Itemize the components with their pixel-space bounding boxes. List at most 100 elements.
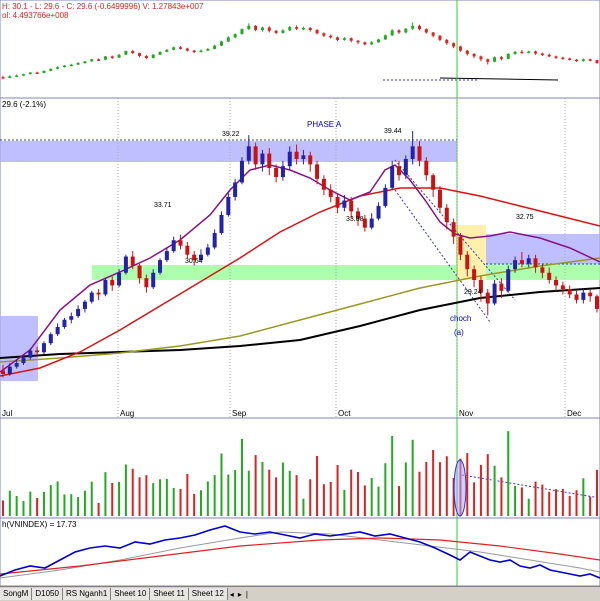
volume-bar — [493, 465, 496, 516]
volume-bar — [186, 473, 189, 516]
volume-bar — [104, 472, 107, 516]
volume-bar — [159, 479, 162, 516]
volume-bar — [357, 472, 360, 516]
volume-bar — [548, 491, 551, 516]
tab-separator: | — [245, 589, 248, 599]
volume-bar — [425, 461, 428, 516]
volume-bar — [90, 481, 93, 516]
top-bar — [90, 58, 94, 62]
volume-bar — [275, 477, 278, 516]
volume-bar — [145, 475, 148, 516]
volume-bar — [404, 462, 407, 516]
volume-bar — [56, 481, 59, 516]
month-dec: Dec — [567, 409, 581, 418]
volume-bar — [329, 481, 332, 516]
volume-bar — [432, 450, 435, 516]
volume-bar — [22, 501, 25, 516]
top-panel — [0, 0, 600, 99]
volume-bar — [70, 494, 73, 516]
tab-songm[interactable]: SongM — [0, 588, 33, 600]
top-bar — [103, 55, 107, 61]
volume-bar — [8, 490, 11, 516]
volume-bar — [42, 491, 45, 516]
volume-bar — [500, 477, 503, 516]
wave-label: (a) — [454, 328, 464, 337]
volume-bar — [322, 484, 325, 516]
volume-bar — [514, 485, 517, 516]
candle — [492, 280, 497, 306]
volume-bar — [541, 484, 544, 516]
volume-bar — [220, 453, 223, 516]
rs-panel-header: h(VNINDEX) = 17.73 — [2, 520, 77, 529]
tab-scroll-left-icon[interactable]: ◂ — [228, 590, 236, 599]
label-29-24: 29.24 — [464, 289, 482, 296]
volume-bar — [247, 470, 250, 516]
candle — [103, 278, 108, 297]
volume-bar — [261, 461, 264, 516]
candle — [41, 341, 46, 355]
top-bar — [124, 50, 128, 56]
volume-bar — [63, 494, 66, 516]
volume-bar — [268, 469, 271, 516]
volume-bar — [336, 464, 339, 516]
volume-bar — [83, 490, 86, 516]
candle — [239, 157, 244, 185]
volume-bar — [507, 431, 510, 516]
phase-label: PHASE A — [307, 120, 342, 129]
candle — [48, 332, 53, 346]
volume-bar — [534, 481, 537, 516]
volume-bar — [418, 471, 421, 516]
volume-bar — [172, 487, 175, 516]
candle — [123, 254, 128, 275]
candle — [89, 290, 94, 304]
volume-bar — [36, 497, 39, 516]
chart-window: H: 30.1 - L: 29.6 - C: 29.6 (-0.6499996)… — [0, 0, 600, 601]
tab-sheet-11[interactable]: Sheet 11 — [150, 588, 189, 600]
month-jul: Jul — [2, 409, 12, 418]
rs-panel — [0, 517, 600, 587]
volume-bar — [370, 477, 373, 516]
volume-bar — [377, 486, 380, 516]
volume-bar — [288, 470, 291, 516]
volume-bar — [411, 439, 414, 516]
month-nov: Nov — [459, 409, 473, 418]
tab-scroll-right-icon[interactable]: ▸ — [236, 590, 244, 599]
volume-bar — [111, 482, 114, 516]
month-sep: Sep — [232, 409, 247, 418]
choch-label: choch — [450, 314, 471, 323]
volume-bar — [124, 464, 127, 516]
volume-bar — [398, 486, 400, 516]
top-bar — [49, 68, 53, 72]
label-33-88: 33.88 — [346, 216, 364, 223]
month-aug: Aug — [120, 409, 134, 418]
top-bar — [42, 70, 46, 74]
volume-bar — [97, 502, 100, 516]
volume-bar — [384, 463, 387, 516]
chart-canvas[interactable]: H: 30.1 - L: 29.6 - C: 29.6 (-0.6499996)… — [0, 0, 600, 587]
top-bar — [493, 56, 497, 63]
tab-sheet-12[interactable]: Sheet 12 — [188, 588, 228, 600]
volume-bar — [179, 488, 182, 516]
volume-bar — [561, 488, 564, 516]
price-panel-header: 29.6 (-2.1%) — [2, 100, 46, 109]
tab-d1050[interactable]: D1050 — [32, 588, 63, 600]
volume-bar — [254, 455, 257, 516]
tab-rs-nganh1[interactable]: RS Nganh1 — [62, 588, 112, 600]
volume-bar — [152, 483, 155, 516]
tab-sheet-10[interactable]: Sheet 10 — [111, 588, 151, 600]
volume-bar — [295, 475, 298, 516]
volume-bar — [165, 478, 168, 516]
sheet-tab-bar: SongM D1050 RS Nganh1 Sheet 10 Sheet 11 … — [0, 586, 600, 601]
volume-bar — [466, 453, 469, 516]
volume-bar — [582, 478, 585, 516]
volume-bar — [445, 456, 448, 516]
top-panel-header: H: 30.1 - L: 29.6 - C: 29.6 (-0.6499996)… — [2, 2, 204, 11]
volume-bar — [281, 462, 284, 516]
top-bar — [240, 28, 244, 35]
volume-bar — [316, 455, 319, 516]
volume-bar — [29, 491, 32, 516]
volume-bar — [575, 490, 578, 516]
volume-bar — [479, 464, 482, 516]
top-bar — [158, 51, 162, 56]
volume-bar — [309, 479, 312, 516]
